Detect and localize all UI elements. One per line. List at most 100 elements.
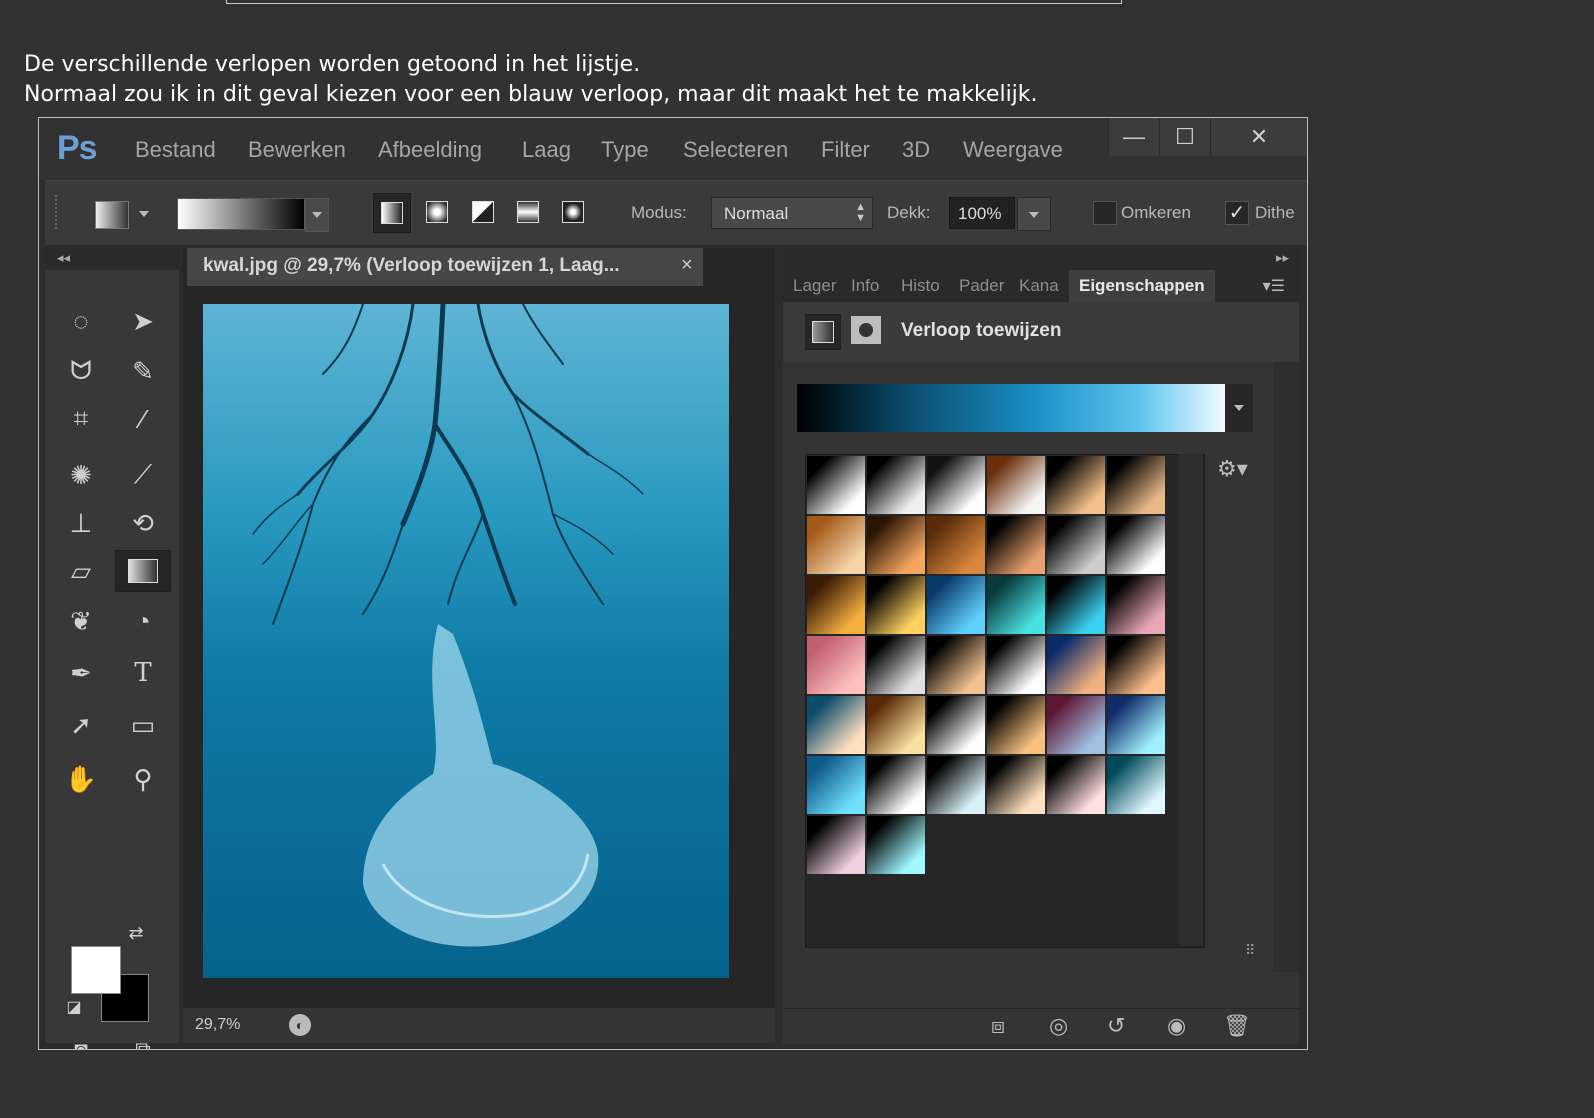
menu-laag[interactable]: Laag bbox=[522, 137, 571, 163]
gradient-preset-swatch[interactable] bbox=[927, 636, 985, 694]
menu-selecteren[interactable]: Selecteren bbox=[683, 137, 788, 163]
menu-filter[interactable]: Filter bbox=[821, 137, 870, 163]
tab-histogram[interactable]: Histo bbox=[901, 276, 951, 296]
gradient-preset-swatch[interactable] bbox=[1047, 516, 1105, 574]
gradient-preset-swatch[interactable] bbox=[867, 696, 925, 754]
gradient-preset-swatch[interactable] bbox=[807, 756, 865, 814]
gradient-map-preview[interactable] bbox=[797, 384, 1225, 432]
gradient-preset-swatch[interactable] bbox=[1107, 756, 1165, 814]
linear-gradient-button[interactable] bbox=[373, 193, 411, 233]
gradient-preset-swatch[interactable] bbox=[807, 456, 865, 514]
gradient-preset-swatch[interactable] bbox=[927, 756, 985, 814]
maximize-button[interactable]: ☐ bbox=[1159, 118, 1210, 156]
tool-preset-picker[interactable] bbox=[95, 201, 129, 229]
minimize-button[interactable]: — bbox=[1108, 118, 1159, 156]
eyedropper-tool[interactable]: ⁄ bbox=[121, 398, 165, 440]
gradient-preset-swatch[interactable] bbox=[1047, 756, 1105, 814]
blur-tool[interactable]: ❦ bbox=[59, 600, 103, 642]
options-grip[interactable] bbox=[55, 195, 61, 229]
foreground-color-swatch[interactable] bbox=[71, 946, 121, 994]
expand-icon[interactable]: ▸▸ bbox=[1276, 250, 1289, 266]
mode-select[interactable]: Normaal ▲ ▼ bbox=[711, 197, 873, 229]
healing-brush-tool[interactable]: ✺ bbox=[59, 454, 103, 496]
gradient-preset-swatch[interactable] bbox=[927, 696, 985, 754]
history-brush-tool[interactable]: ⟲ bbox=[121, 502, 165, 544]
gradient-dropdown[interactable] bbox=[305, 198, 329, 232]
gradient-preset-swatch[interactable] bbox=[1107, 696, 1165, 754]
menu-3d[interactable]: 3D bbox=[902, 137, 930, 163]
default-colors-icon[interactable]: ◪ bbox=[59, 992, 89, 1022]
gradient-tool[interactable] bbox=[115, 550, 171, 592]
picker-scrollbar[interactable] bbox=[1179, 454, 1203, 946]
gradient-preset-swatch[interactable] bbox=[867, 636, 925, 694]
gradient-preset-swatch[interactable] bbox=[927, 456, 985, 514]
gradient-preset-swatch[interactable] bbox=[807, 696, 865, 754]
dodge-tool[interactable]: ◔ bbox=[121, 600, 165, 642]
gradient-preset-swatch[interactable] bbox=[1107, 516, 1165, 574]
reverse-checkbox[interactable] bbox=[1093, 201, 1117, 225]
gradient-preset-swatch[interactable] bbox=[987, 576, 1045, 634]
panel-menu-icon[interactable]: ▾☰ bbox=[1263, 276, 1285, 296]
opacity-input[interactable]: 100% bbox=[949, 197, 1015, 229]
tab-layers[interactable]: Lager bbox=[793, 276, 841, 296]
reset-icon[interactable]: ↺ bbox=[1107, 1013, 1125, 1039]
resize-grip-icon[interactable]: ⠿ bbox=[1245, 942, 1255, 959]
clip-to-layer-icon[interactable]: ⧈ bbox=[991, 1013, 1005, 1039]
gradient-preset-swatch[interactable] bbox=[867, 576, 925, 634]
menu-type[interactable]: Type bbox=[601, 137, 649, 163]
gradient-preset-swatch[interactable] bbox=[867, 816, 925, 874]
gradient-preset-swatch[interactable] bbox=[867, 516, 925, 574]
diamond-gradient-button[interactable] bbox=[555, 193, 591, 231]
eraser-tool[interactable]: ▱ bbox=[59, 550, 103, 592]
menu-bewerken[interactable]: Bewerken bbox=[248, 137, 346, 163]
pen-tool[interactable]: ✒ bbox=[59, 652, 103, 694]
crop-tool[interactable]: ⌗ bbox=[59, 398, 103, 440]
tab-properties[interactable]: Eigenschappen bbox=[1069, 270, 1215, 302]
rectangle-tool[interactable]: ▭ bbox=[121, 704, 165, 746]
brush-tool[interactable]: ⟋ bbox=[121, 454, 165, 496]
reflected-gradient-button[interactable] bbox=[510, 193, 546, 231]
gradient-preset-swatch[interactable] bbox=[807, 576, 865, 634]
gradient-preset-swatch[interactable] bbox=[807, 636, 865, 694]
gradient-preset-swatch[interactable] bbox=[1107, 576, 1165, 634]
gradient-preset-swatch[interactable] bbox=[1047, 636, 1105, 694]
tab-paths[interactable]: Pader bbox=[959, 276, 1009, 296]
type-tool[interactable]: T bbox=[121, 652, 165, 694]
gradient-preset-swatch[interactable] bbox=[807, 816, 865, 874]
quick-mask-button[interactable]: ◙ bbox=[59, 1032, 103, 1049]
gradient-preset-swatch[interactable] bbox=[987, 636, 1045, 694]
gear-icon[interactable]: ⚙▾ bbox=[1217, 456, 1248, 482]
gradient-preset-swatch[interactable] bbox=[1047, 696, 1105, 754]
zoom-tool[interactable]: ⚲ bbox=[121, 758, 165, 800]
image-canvas[interactable] bbox=[203, 304, 729, 978]
tab-channels[interactable]: Kana bbox=[1019, 276, 1065, 296]
gradient-preset-swatch[interactable] bbox=[927, 516, 985, 574]
menu-bestand[interactable]: Bestand bbox=[135, 137, 216, 163]
radial-gradient-button[interactable] bbox=[419, 193, 455, 231]
marquee-tool[interactable]: ◌ bbox=[59, 300, 103, 342]
status-info-icon[interactable]: ◐ bbox=[289, 1014, 311, 1036]
quick-selection-tool[interactable]: ✎ bbox=[121, 350, 165, 392]
lasso-tool[interactable]: ᗢ bbox=[59, 350, 103, 392]
swap-colors-icon[interactable]: ⇄ bbox=[121, 918, 151, 948]
close-icon[interactable]: × bbox=[681, 254, 693, 277]
angle-gradient-button[interactable] bbox=[465, 193, 501, 231]
mask-icon[interactable] bbox=[851, 316, 881, 344]
dither-checkbox[interactable]: ✓ bbox=[1225, 201, 1249, 225]
gradient-preset-swatch[interactable] bbox=[867, 456, 925, 514]
chevron-down-icon[interactable] bbox=[139, 211, 149, 217]
gradient-preset-swatch[interactable] bbox=[1107, 456, 1165, 514]
opacity-dropdown[interactable] bbox=[1017, 197, 1051, 231]
path-selection-tool[interactable]: ➚ bbox=[59, 704, 103, 746]
move-tool[interactable]: ➤ bbox=[121, 300, 165, 342]
adjustment-icon[interactable] bbox=[805, 314, 841, 350]
gradient-preset-swatch[interactable] bbox=[867, 756, 925, 814]
zoom-level[interactable]: 29,7% bbox=[195, 1016, 240, 1034]
gradient-preset-swatch[interactable] bbox=[987, 756, 1045, 814]
trash-icon[interactable]: 🗑 bbox=[1223, 1013, 1251, 1039]
gradient-preset-swatch[interactable] bbox=[987, 456, 1045, 514]
close-button[interactable]: ✕ bbox=[1210, 118, 1307, 156]
gradient-preset-swatch[interactable] bbox=[807, 516, 865, 574]
menu-weergave[interactable]: Weergave bbox=[963, 137, 1063, 163]
hand-tool[interactable]: ✋ bbox=[59, 758, 103, 800]
